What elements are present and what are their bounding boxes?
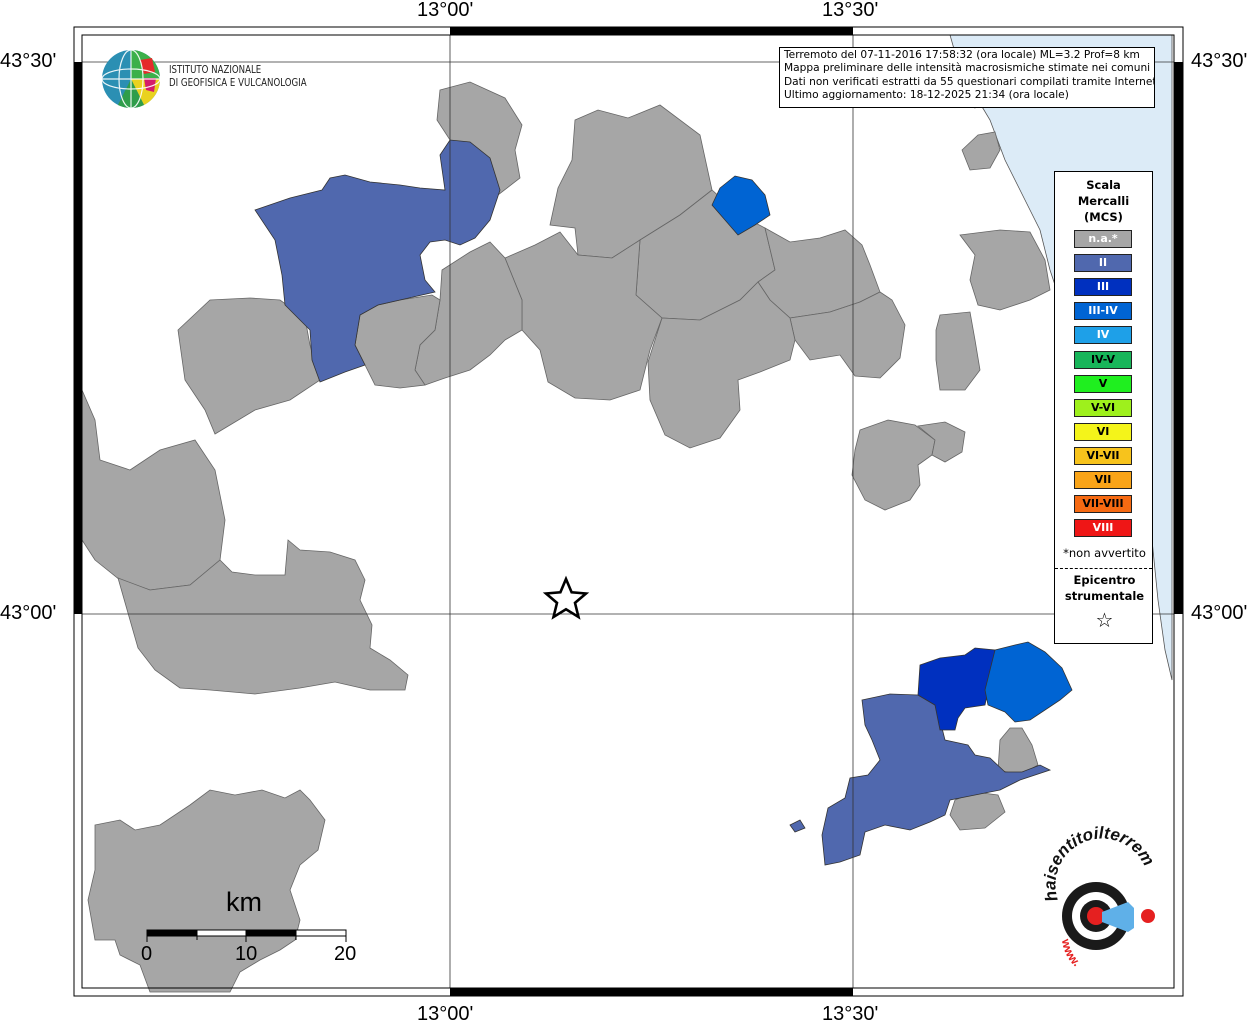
lat-label-left-top: 43°30' bbox=[0, 50, 57, 72]
epicenter-star-icon: ☆ bbox=[1095, 608, 1114, 632]
lat-label-right-top: 43°30' bbox=[1191, 50, 1248, 72]
legend-swatch: IV-V bbox=[1074, 350, 1132, 369]
legend-swatch: VI-VII bbox=[1074, 446, 1132, 465]
event-info-line: Mappa preliminare delle intensità macros… bbox=[784, 62, 1151, 75]
legend-title: Scala Mercalli (MCS) bbox=[1055, 177, 1152, 225]
legend-swatch: VI bbox=[1074, 422, 1132, 441]
scale-label: 20 bbox=[334, 943, 357, 965]
event-info-box: Terremoto del 07-11-2016 17:58:32 (ora l… bbox=[779, 47, 1155, 108]
legend-swatch: II bbox=[1074, 254, 1132, 273]
lon-label-top-left: 13°00' bbox=[417, 0, 474, 21]
legend-title-line: (MCS) bbox=[1084, 210, 1123, 224]
event-info-line: Ultimo aggiornamento: 18-12-2025 21:34 (… bbox=[784, 88, 1069, 101]
ingv-name-line1: ISTITUTO NAZIONALE bbox=[169, 64, 262, 76]
event-info-line: Terremoto del 07-11-2016 17:58:32 (ora l… bbox=[784, 49, 1140, 61]
scale-label: 10 bbox=[235, 943, 258, 965]
legend-note: *non avvertito bbox=[1063, 546, 1146, 560]
scale-unit: km bbox=[226, 887, 262, 917]
epicenter-label-line: strumentale bbox=[1064, 589, 1145, 603]
ingv-name-line2: DI GEOFISICA E VULCANOLOGIA bbox=[169, 77, 307, 89]
legend-swatch: V-VI bbox=[1074, 398, 1132, 417]
legend-swatch: VII bbox=[1074, 471, 1132, 489]
legend-title-line: Scala bbox=[1086, 178, 1121, 192]
event-info-line: Dati non verificati estratti da 55 quest… bbox=[784, 75, 1155, 88]
ingv-globe-icon bbox=[101, 49, 161, 109]
legend-swatch: III-IV bbox=[1074, 302, 1132, 321]
lat-label-left-bottom: 43°00' bbox=[0, 602, 57, 624]
legend-swatch: n.a.* bbox=[1074, 230, 1132, 248]
epicenter-legend-label: Epicentro strumentale bbox=[1055, 572, 1154, 604]
lon-label-top-right: 13°30' bbox=[822, 0, 879, 21]
legend-swatch: VII-VIII bbox=[1074, 495, 1132, 514]
lon-label-bottom-left: 13°00' bbox=[417, 1003, 474, 1025]
legend-divider bbox=[1055, 568, 1152, 569]
lat-label-right-bottom: 43°00' bbox=[1191, 602, 1248, 624]
mcs-legend: Scala Mercalli (MCS) n.a.* II III III-IV IV I… bbox=[1054, 171, 1153, 644]
legend-swatch: III bbox=[1074, 278, 1132, 297]
legend-swatch: IV bbox=[1074, 326, 1132, 345]
epicenter-label-line: Epicentro bbox=[1073, 573, 1136, 587]
legend-title-line: Mercalli bbox=[1077, 194, 1130, 208]
legend-swatch: VIII bbox=[1074, 519, 1132, 538]
scale-label: 0 bbox=[141, 943, 153, 965]
ingv-name: ISTITUTO NAZIONALE DI GEOFISICA E VULCAN… bbox=[169, 64, 307, 90]
legend-swatch: V bbox=[1074, 374, 1132, 393]
lon-label-bottom-right: 13°30' bbox=[822, 1003, 879, 1025]
